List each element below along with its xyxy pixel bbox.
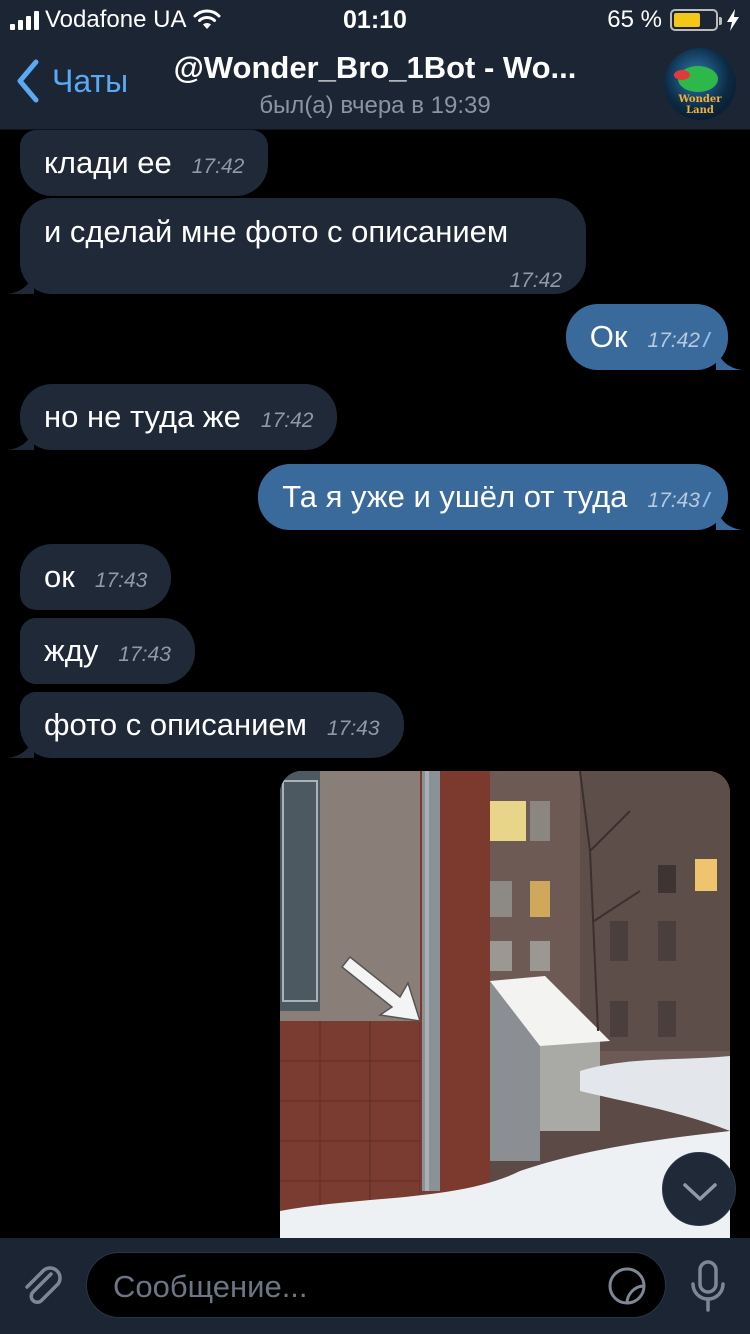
bubble-tail: [716, 344, 742, 370]
message-text: Ок: [589, 319, 628, 354]
message-time: 17:42: [647, 329, 700, 352]
last-seen-status: был(а) вчера в 19:39: [259, 92, 491, 119]
message-text: и сделай мне фото с описанием: [44, 214, 509, 249]
scroll-to-bottom-button[interactable]: [662, 1152, 736, 1226]
status-bar: Vodafone UA 01:10 65 %: [0, 0, 750, 42]
message-text: Та я уже и ушёл от туда: [282, 479, 628, 514]
status-right: 65 %: [607, 6, 740, 34]
message-input-placeholder: Сообщение...: [113, 1269, 308, 1304]
message-text: фото с описанием: [44, 707, 307, 742]
battery-icon: [670, 9, 722, 31]
bubble-tail: [8, 732, 34, 758]
charging-icon: [727, 9, 739, 31]
message-bubble-incoming[interactable]: жду 17:43: [20, 618, 195, 684]
bubble-tail: [8, 424, 34, 450]
message-text: ок: [44, 559, 75, 594]
microphone-icon[interactable]: [686, 1258, 730, 1314]
message-bubble-outgoing[interactable]: Та я уже и ушёл от туда17:43//: [258, 464, 728, 530]
bubble-tail: [8, 268, 34, 294]
message-text: клади ее: [44, 145, 172, 180]
message-bubble-incoming[interactable]: фото с описанием 17:43: [20, 692, 404, 758]
battery-percent: 65 %: [607, 6, 662, 33]
chevron-down-icon: [683, 1183, 717, 1201]
message-text: но не туда же: [44, 399, 241, 434]
sticker-icon[interactable]: [607, 1266, 647, 1306]
bubble-tail: [716, 504, 742, 530]
message-text: жду: [44, 633, 99, 668]
message-time: 17:42: [509, 269, 562, 292]
avatar[interactable]: Wonder Land: [664, 48, 736, 120]
chevron-left-icon: [17, 59, 39, 103]
message-list[interactable]: клади ее 17:42 и сделай мне фото с описан…: [0, 130, 750, 1238]
message-time: 17:43: [118, 643, 171, 666]
avatar-logo-text: Wonder Land: [678, 94, 722, 116]
message-time: 17:43: [94, 569, 148, 592]
message-bubble-incoming[interactable]: клади ее 17:42: [20, 130, 269, 196]
message-time: 17:43: [326, 717, 380, 740]
composer-bar: Сообщение...: [0, 1238, 750, 1334]
message-bubble-incoming[interactable]: но не туда же 17:42: [20, 384, 338, 450]
chat-header: Чаты @Wonder_Bro_1Bot - Wo... был(а) вче…: [0, 42, 750, 130]
message-time: 17:43: [647, 489, 700, 512]
message-bubble-incoming[interactable]: и сделай мне фото с описанием 17:42: [20, 198, 586, 294]
message-input[interactable]: Сообщение...: [86, 1252, 666, 1318]
message-time: 17:42: [260, 409, 314, 432]
back-button[interactable]: Чаты: [14, 58, 128, 104]
message-time: 17:42: [191, 155, 245, 178]
message-bubble-incoming[interactable]: ок 17:43: [20, 544, 172, 610]
chat-title[interactable]: @Wonder_Bro_1Bot - Wo...: [160, 50, 590, 86]
message-bubble-outgoing[interactable]: Ок17:42//: [565, 304, 728, 370]
paperclip-icon[interactable]: [18, 1260, 68, 1310]
back-label: Чаты: [52, 62, 129, 99]
